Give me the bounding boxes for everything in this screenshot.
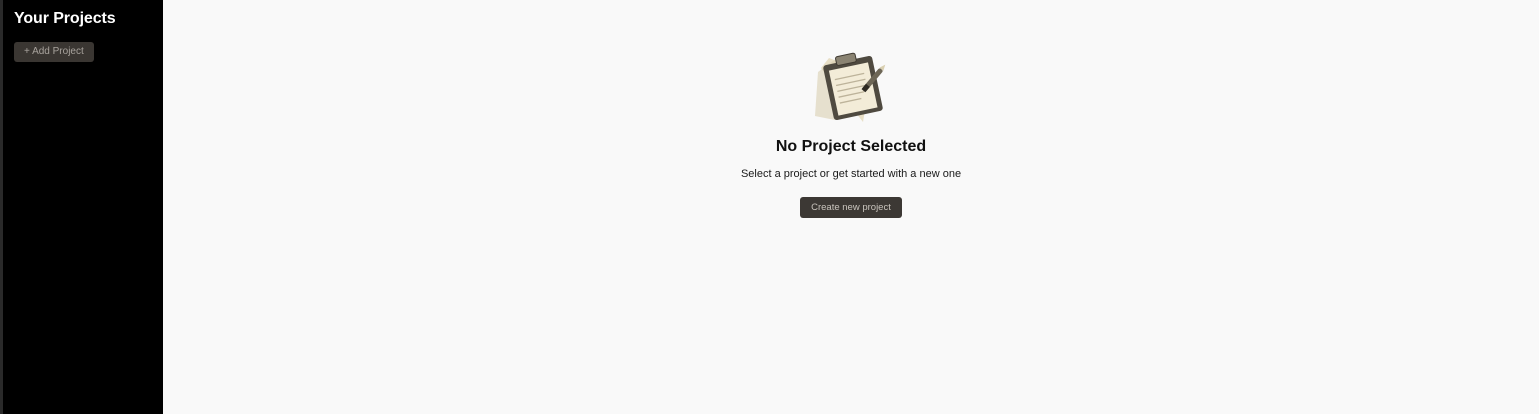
sidebar-title: Your Projects xyxy=(14,10,116,27)
empty-state: No Project Selected Select a project or … xyxy=(163,50,1539,218)
create-project-button[interactable]: Create new project xyxy=(800,197,902,218)
clipboard-icon xyxy=(815,50,887,125)
empty-state-title: No Project Selected xyxy=(775,138,927,155)
app-window: Your Projects + Add Project No Project S… xyxy=(0,0,1539,414)
add-project-button[interactable]: + Add Project xyxy=(14,42,94,62)
empty-state-subtitle: Select a project or get started with a n… xyxy=(740,168,962,180)
sidebar: Your Projects + Add Project xyxy=(3,0,163,414)
main-content: No Project Selected Select a project or … xyxy=(163,0,1539,414)
